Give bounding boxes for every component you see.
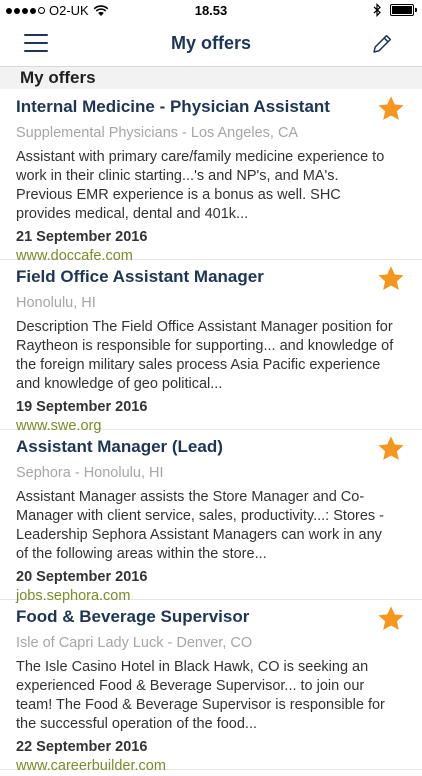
section-header: My offers <box>0 67 422 89</box>
bluetooth-icon <box>373 3 381 17</box>
offer-date: 20 September 2016 <box>16 569 148 585</box>
favorite-star-icon[interactable] <box>378 436 404 462</box>
offer-description: The Isle Casino Hotel in Black Hawk, CO … <box>16 659 385 732</box>
offer-date: 22 September 2016 <box>16 739 148 755</box>
status-bar: O2-UK 18.53 <box>0 0 422 22</box>
battery-icon <box>390 4 417 16</box>
navigation-bar: My offers <box>0 22 422 67</box>
offer-card[interactable]: Assistant Manager (Lead) Sephora - Honol… <box>0 430 422 604</box>
favorite-star-icon[interactable] <box>378 606 404 632</box>
favorite-star-icon[interactable] <box>378 96 404 122</box>
offer-card[interactable]: Field Office Assistant Manager Honolulu,… <box>0 260 422 434</box>
offer-company-location: Sephora - Honolulu, HI <box>16 465 164 481</box>
offer-source-link[interactable]: www.careerbuilder.com <box>16 757 370 776</box>
offer-title[interactable]: Food & Beverage Supervisor <box>16 606 370 628</box>
page-title: My offers <box>170 33 251 53</box>
favorite-star-icon[interactable] <box>378 266 404 292</box>
offer-title[interactable]: Field Office Assistant Manager <box>16 266 370 288</box>
edit-pencil-icon[interactable] <box>370 32 394 56</box>
offer-date: 21 September 2016 <box>16 229 148 245</box>
clock: 18.53 <box>194 3 228 18</box>
offer-title[interactable]: Assistant Manager (Lead) <box>16 436 370 458</box>
offer-list: Internal Medicine - Physician Assistant … <box>0 90 422 774</box>
offer-card[interactable]: Food & Beverage Supervisor Isle of Capri… <box>0 600 422 774</box>
offer-date: 19 September 2016 <box>16 399 148 415</box>
offer-card[interactable]: Internal Medicine - Physician Assistant … <box>0 90 422 264</box>
offer-description: Assistant Manager assists the Store Mana… <box>16 489 385 562</box>
offer-description: Assistant with primary care/family medic… <box>16 149 385 222</box>
offer-company-location: Isle of Capri Lady Luck - Denver, CO <box>16 635 253 651</box>
offer-title[interactable]: Internal Medicine - Physician Assistant <box>16 96 370 118</box>
offer-company-location: Honolulu, HI <box>16 295 96 311</box>
offer-description: Description The Field Office Assistant M… <box>16 319 394 392</box>
section-header-label: My offers <box>20 68 96 87</box>
battery-level <box>392 6 412 14</box>
offer-company-location: Supplemental Physicians - Los Angeles, C… <box>16 125 299 141</box>
